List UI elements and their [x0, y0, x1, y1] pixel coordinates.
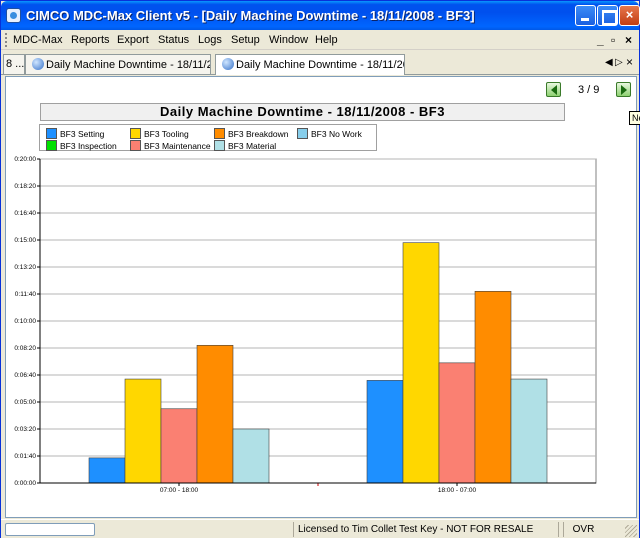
report-globe-icon	[222, 58, 234, 70]
minimize-button[interactable]	[575, 5, 596, 26]
bar	[124, 378, 162, 484]
y-tick-label: 0:10:00	[14, 318, 36, 325]
y-tick-label: 0:06:40	[14, 372, 36, 379]
x-tick-label: 18:00 - 07:00	[438, 487, 477, 494]
y-tick-label: 0:05:00	[14, 399, 36, 406]
mdi-minimize-button[interactable]: _	[597, 33, 604, 47]
menu-window[interactable]: Window	[269, 34, 308, 46]
document-tab-bar: 8 ... Daily Machine Downtime - 18/11/200…	[1, 51, 639, 75]
next-page-tooltip: Ne	[629, 111, 640, 125]
y-tick-label: 0:01:40	[14, 453, 36, 460]
bar	[88, 457, 126, 484]
close-button[interactable]: ×	[619, 5, 640, 26]
tab-daily-downtime-2[interactable]: Daily Machine Downtime - 18/11/2008 ...	[215, 54, 405, 75]
menu-logs[interactable]: Logs	[198, 34, 222, 46]
y-tick-label: 0:08:20	[14, 345, 36, 352]
menu-export[interactable]: Export	[117, 34, 149, 46]
menu-status[interactable]: Status	[158, 34, 189, 46]
bar	[402, 242, 440, 484]
y-tick-label: 0:13:20	[14, 264, 36, 271]
y-tick-label: 0:16:40	[14, 210, 36, 217]
window-title: CIMCO MDC-Max Client v5 - [Daily Machine…	[26, 8, 475, 23]
tab-label: Daily Machine Downtime - 18/11/2008 ...	[236, 59, 404, 71]
y-tick-label: 0:11:40	[15, 291, 37, 298]
title-bar[interactable]: CIMCO MDC-Max Client v5 - [Daily Machine…	[1, 1, 640, 30]
y-tick-label: 0:15:00	[14, 237, 36, 244]
bar	[474, 291, 512, 484]
menu-reports[interactable]: Reports	[71, 34, 110, 46]
y-tick-label: 0:20:00	[14, 156, 36, 163]
license-status: Licensed to Tim Collet Test Key - NOT FO…	[293, 522, 559, 537]
report-globe-icon	[32, 58, 44, 70]
bar	[438, 362, 476, 484]
app-window: CIMCO MDC-Max Client v5 - [Daily Machine…	[0, 0, 640, 538]
progress-bar	[5, 523, 95, 536]
tab-previous-report[interactable]: 8 ...	[3, 54, 25, 74]
overwrite-mode-indicator: OVR	[563, 522, 603, 537]
menu-bar: MDC-Max Reports Export Status Logs Setup…	[1, 30, 639, 50]
bar	[232, 428, 270, 484]
mdi-close-button[interactable]: ×	[625, 33, 632, 47]
x-tick-label: 07:00 - 18:00	[160, 487, 199, 494]
bar	[196, 344, 234, 484]
tab-close-icon[interactable]: ×	[626, 55, 633, 69]
report-view: 3 / 9 Daily Machine Downtime - 18/11/200…	[5, 76, 640, 518]
downtime-bar-chart: 0:00:00 0:01:40 0:03:20 0:05:00 0:06:40 0:08:…	[14, 156, 597, 494]
status-bar: Licensed to Tim Collet Test Key - NOT FO…	[1, 519, 639, 538]
toolbar-grip-icon[interactable]	[5, 33, 8, 47]
y-tick-label: 0:18:20	[14, 183, 36, 190]
bar	[510, 378, 548, 484]
bar	[160, 408, 198, 484]
bar	[366, 380, 404, 484]
mdi-restore-button[interactable]: ▫	[611, 33, 615, 47]
tab-label: Daily Machine Downtime - 18/11/2008 ...	[46, 59, 210, 71]
menu-help[interactable]: Help	[315, 34, 338, 46]
y-tick-label: 0:00:00	[14, 480, 36, 487]
maximize-button[interactable]	[597, 5, 618, 26]
resize-grip-icon[interactable]	[625, 525, 637, 537]
tab-scroll-left-icon[interactable]: ◀	[605, 57, 613, 68]
tab-daily-downtime-1[interactable]: Daily Machine Downtime - 18/11/2008 ...	[25, 54, 211, 74]
tab-label: 8 ...	[6, 58, 25, 70]
menu-setup[interactable]: Setup	[231, 34, 260, 46]
y-tick-label: 0:03:20	[14, 426, 36, 433]
app-icon[interactable]	[6, 8, 21, 23]
tab-scroll-right-icon[interactable]: ▷	[615, 57, 623, 68]
menu-mdc-max[interactable]: MDC-Max	[13, 34, 63, 46]
